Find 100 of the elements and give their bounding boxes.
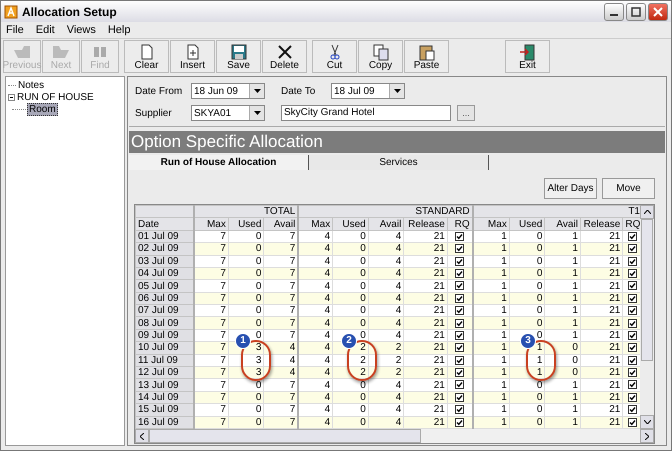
table-cell: 0: [509, 378, 545, 392]
checkbox[interactable]: [628, 232, 638, 241]
table-cell: 1: [472, 391, 510, 404]
table-cell: 1: [544, 280, 580, 292]
scroll-right-icon[interactable]: [645, 432, 649, 440]
field-label: Date From: [135, 86, 184, 96]
checkbox[interactable]: [628, 244, 638, 254]
table-cell: 21: [580, 378, 623, 392]
section-header: Option Specific Allocation: [129, 131, 665, 153]
checkbox[interactable]: [455, 380, 464, 390]
table-cell: 4: [368, 255, 404, 268]
collapse-icon[interactable]: [8, 94, 15, 100]
scroll-left-icon[interactable]: [140, 432, 144, 440]
checkbox[interactable]: [628, 368, 638, 378]
checkbox[interactable]: [455, 244, 464, 254]
checkbox[interactable]: [455, 330, 464, 340]
date-cell: 11 Jul 09: [136, 354, 194, 367]
exit-door-icon: [518, 42, 536, 60]
menu-item[interactable]: Edit: [36, 24, 55, 36]
checkbox[interactable]: [455, 368, 464, 378]
checkbox[interactable]: [628, 392, 638, 402]
toolbar-button[interactable]: Paste: [404, 40, 449, 73]
close-button[interactable]: [648, 2, 668, 20]
scroll-up-icon[interactable]: [644, 210, 650, 214]
tree-item[interactable]: RUN OF HOUSE: [16, 92, 95, 102]
table-cell: 21: [404, 404, 448, 416]
table-cell: 21: [580, 366, 623, 379]
date-cell: 09 Jul 09: [136, 329, 194, 342]
supplier-name-field[interactable]: SkyCity Grand Hotel: [281, 105, 451, 121]
field-label: Date To: [281, 86, 316, 96]
checkbox[interactable]: [455, 232, 464, 241]
toolbar-button[interactable]: Cut: [312, 40, 357, 73]
date-cell: 12 Jul 09: [136, 366, 194, 379]
checkbox[interactable]: [455, 392, 464, 402]
checkbox[interactable]: [628, 294, 638, 303]
supplier-field[interactable]: SKYA01: [191, 105, 265, 121]
checkbox[interactable]: [455, 418, 464, 427]
checkbox[interactable]: [628, 343, 638, 352]
menu-item[interactable]: Help: [108, 24, 130, 36]
table-cell: 7: [264, 404, 298, 416]
checkbox[interactable]: [455, 318, 464, 328]
table-cell: 21: [404, 242, 448, 256]
date-cell: 08 Jul 09: [136, 316, 194, 330]
window-title: Allocation Setup: [22, 4, 118, 18]
toolbar-button[interactable]: Clear: [124, 40, 169, 73]
tree-item[interactable]: Room: [27, 102, 58, 116]
table-cell: 4: [298, 391, 333, 404]
checkbox[interactable]: [455, 281, 464, 290]
browse-button[interactable]: ...: [457, 105, 475, 121]
checkbox[interactable]: [455, 268, 464, 278]
checkbox[interactable]: [628, 330, 638, 340]
table-cell: 0: [509, 404, 545, 416]
checkbox[interactable]: [628, 418, 638, 427]
table-cell: 7: [194, 316, 228, 330]
date-cell: 16 Jul 09: [136, 416, 194, 428]
table-cell: 4: [298, 292, 333, 305]
action-button[interactable]: Alter Days: [544, 178, 597, 199]
caret-icon: [394, 89, 400, 93]
table-cell: 0: [332, 255, 368, 268]
scroll-down-icon[interactable]: [644, 420, 650, 424]
horizontal-scrollbar[interactable]: [135, 429, 654, 443]
table-cell: 21: [580, 342, 623, 354]
tab[interactable]: Run of House Allocation: [129, 155, 309, 170]
maximize-button[interactable]: [626, 2, 646, 20]
toolbar-button[interactable]: Delete: [262, 40, 307, 73]
minimize-button[interactable]: [604, 2, 624, 20]
checkbox[interactable]: [455, 294, 464, 303]
table-cell: 21: [580, 267, 623, 280]
checkbox[interactable]: [455, 306, 464, 316]
date-to-field[interactable]: 18 Jul 09: [331, 83, 405, 99]
checkbox[interactable]: [628, 405, 638, 414]
date-from-field[interactable]: 18 Jun 09: [191, 83, 265, 99]
action-button[interactable]: Move: [602, 178, 655, 199]
toolbar-button[interactable]: Save: [216, 40, 261, 73]
checkbox[interactable]: [628, 380, 638, 390]
toolbar-button[interactable]: Exit: [505, 40, 550, 73]
checkbox[interactable]: [628, 356, 638, 365]
checkbox[interactable]: [455, 356, 464, 365]
app-icon: [4, 4, 18, 18]
checkbox[interactable]: [628, 256, 638, 266]
date-cell: 06 Jul 09: [136, 292, 194, 305]
vertical-scrollbar[interactable]: [640, 204, 654, 429]
checkbox[interactable]: [628, 306, 638, 316]
table-cell: 1: [472, 416, 510, 428]
menu-item[interactable]: File: [6, 24, 24, 36]
checkbox[interactable]: [455, 405, 464, 414]
checkbox[interactable]: [455, 343, 464, 352]
table-cell: 0: [228, 404, 264, 416]
save-icon: [230, 42, 248, 60]
tree-item[interactable]: Notes: [17, 80, 46, 90]
checkbox[interactable]: [455, 256, 464, 266]
toolbar-button[interactable]: Copy: [358, 40, 403, 73]
checkbox[interactable]: [628, 281, 638, 290]
menu-item[interactable]: Views: [66, 24, 96, 36]
checkbox[interactable]: [628, 318, 638, 328]
table-cell: 1: [544, 404, 580, 416]
toolbar-button[interactable]: Insert: [170, 40, 215, 73]
table-cell: 21: [580, 242, 623, 256]
table-cell: 21: [404, 416, 448, 428]
checkbox[interactable]: [628, 268, 638, 278]
